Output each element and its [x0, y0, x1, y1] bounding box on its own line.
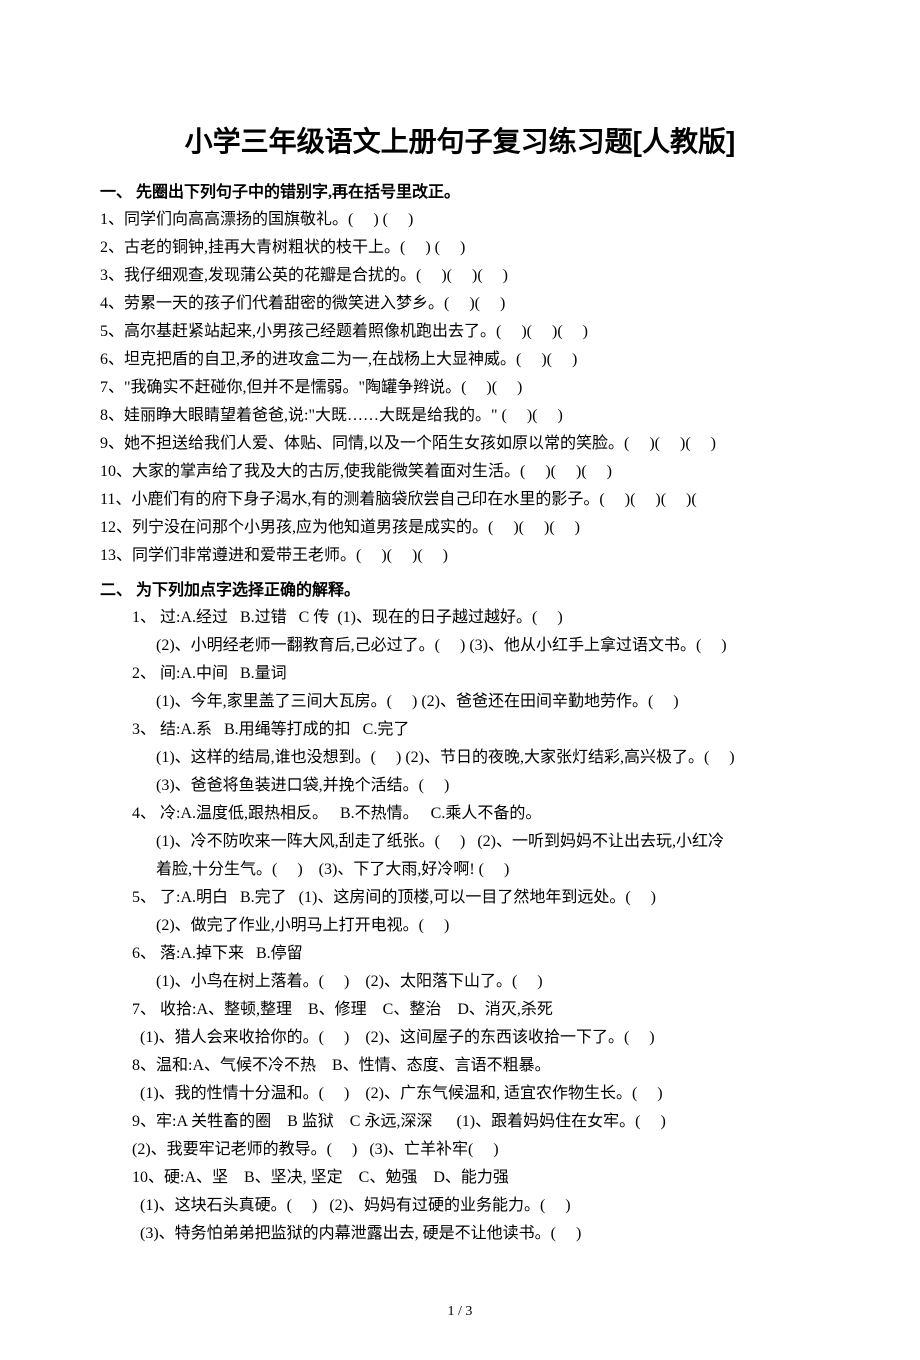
section-2-line: (1)、这块石头真硬。( ) (2)、妈妈有过硬的业务能力。( ) [100, 1192, 820, 1220]
section-2-line: (1)、小鸟在树上落着。( ) (2)、太阳落下山了。( ) [100, 968, 820, 996]
section-1-item: 4、劳累一天的孩子们代着甜密的微笑进入梦乡。( )( ) [100, 290, 820, 318]
section-2-line: 6、 落:A.掉下来 B.停留 [100, 940, 820, 968]
section-1-item: 7、"我确实不赶碰你,但并不是懦弱。"陶罐争辫说。( )( ) [100, 374, 820, 402]
section-2-line: (2)、小明经老师一翻教育后,己必过了。( ) (3)、他从小红手上拿过语文书。… [100, 632, 820, 660]
section-2-line: 8、温和:A、气候不冷不热 B、性情、态度、言语不粗暴。 [100, 1052, 820, 1080]
section-2-line: (2)、我要牢记老师的教导。( ) (3)、亡羊补牢( ) [100, 1136, 820, 1164]
page-footer: 1 / 3 [100, 1304, 820, 1320]
section-2-line: 9、牢:A 关牲畜的圈 B 监狱 C 永远,深深 (1)、跟着妈妈住在女牢。( … [100, 1108, 820, 1136]
section-2-line: (1)、这样的结局,谁也没想到。( ) (2)、节日的夜晚,大家张灯结彩,高兴极… [100, 744, 820, 772]
section-2-line: (2)、做完了作业,小明马上打开电视。( ) [100, 912, 820, 940]
section-2-line: (1)、我的性情十分温和。( ) (2)、广东气候温和, 适宜农作物生长。( ) [100, 1080, 820, 1108]
section-2-line: (3)、爸爸将鱼装进口袋,并挽个活结。( ) [100, 772, 820, 800]
section-2-line: (1)、冷不防吹来一阵大风,刮走了纸张。( ) (2)、一听到妈妈不让出去玩,小… [100, 828, 820, 856]
section-2-line: (3)、特务怕弟弟把监狱的内幕泄露出去, 硬是不让他读书。( ) [100, 1220, 820, 1248]
section-1-item: 1、同学们向高高漂扬的国旗敬礼。( ) ( ) [100, 206, 820, 234]
section-1-item: 2、古老的铜钟,挂再大青树粗状的枝干上。( ) ( ) [100, 234, 820, 262]
section-2-line: 3、 结:A.系 B.用绳等打成的扣 C.完了 [100, 716, 820, 744]
section-1-item: 10、大家的掌声给了我及大的古厉,使我能微笑着面对生活。( )( )( ) [100, 458, 820, 486]
section-1-item: 6、坦克把盾的自卫,矛的进攻盒二为一,在战杨上大显神威。( )( ) [100, 346, 820, 374]
section-2-line: (1)、猎人会来收拾你的。( ) (2)、这间屋子的东西该收拾一下了。( ) [100, 1024, 820, 1052]
section-1-head: 一、 先圈出下列句子中的错别字,再在括号里改正。 [100, 178, 820, 202]
section-2-line: 1、 过:A.经过 B.过错 C 传 (1)、现在的日子越过越好。( ) [100, 604, 820, 632]
section-2-head: 二、 为下列加点字选择正确的解释。 [100, 576, 820, 600]
page: 小学三年级语文上册句子复习练习题[人教版] 一、 先圈出下列句子中的错别字,再在… [0, 0, 920, 1360]
section-1-body: 1、同学们向高高漂扬的国旗敬礼。( ) ( )2、古老的铜钟,挂再大青树粗状的枝… [100, 206, 820, 570]
section-2-line: 7、 收拾:A、整顿,整理 B、修理 C、整治 D、消灭,杀死 [100, 996, 820, 1024]
section-1-item: 11、小鹿们有的府下身子渴水,有的测着脑袋欣尝自己印在水里的影子。( )( )(… [100, 486, 820, 514]
page-title: 小学三年级语文上册句子复习练习题[人教版] [100, 120, 820, 160]
section-2-line: 4、 冷:A.温度低,跟热相反。 B.不热情。 C.乘人不备的。 [100, 800, 820, 828]
section-1-item: 3、我仔细观查,发现蒲公英的花瓣是合扰的。( )( )( ) [100, 262, 820, 290]
section-2-line: 5、 了:A.明白 B.完了 (1)、这房间的顶楼,可以一目了然地年到远处。( … [100, 884, 820, 912]
section-1-item: 8、娃丽睁大眼睛望着爸爸,说:"大既……大既是给我的。" ( )( ) [100, 402, 820, 430]
section-2-body: 1、 过:A.经过 B.过错 C 传 (1)、现在的日子越过越好。( )(2)、… [100, 604, 820, 1248]
section-1-item: 13、同学们非常遵进和爱带王老师。( )( )( ) [100, 542, 820, 570]
section-2-line: 2、 间:A.中间 B.量词 [100, 660, 820, 688]
section-1-item: 12、列宁没在问那个小男孩,应为他知道男孩是成实的。( )( )( ) [100, 514, 820, 542]
section-2-line: 10、硬:A、坚 B、坚决, 坚定 C、勉强 D、能力强 [100, 1164, 820, 1192]
section-2-line: 着脸,十分生气。( ) (3)、下了大雨,好冷啊! ( ) [100, 856, 820, 884]
section-1-item: 9、她不担送给我们人爱、体贴、同情,以及一个陌生女孩如原以常的笑脸。( )( )… [100, 430, 820, 458]
section-2-line: (1)、今年,家里盖了三间大瓦房。( ) (2)、爸爸还在田间辛勤地劳作。( ) [100, 688, 820, 716]
section-1-item: 5、高尔基赶紧站起来,小男孩己经题着照像机跑出去了。( )( )( ) [100, 318, 820, 346]
